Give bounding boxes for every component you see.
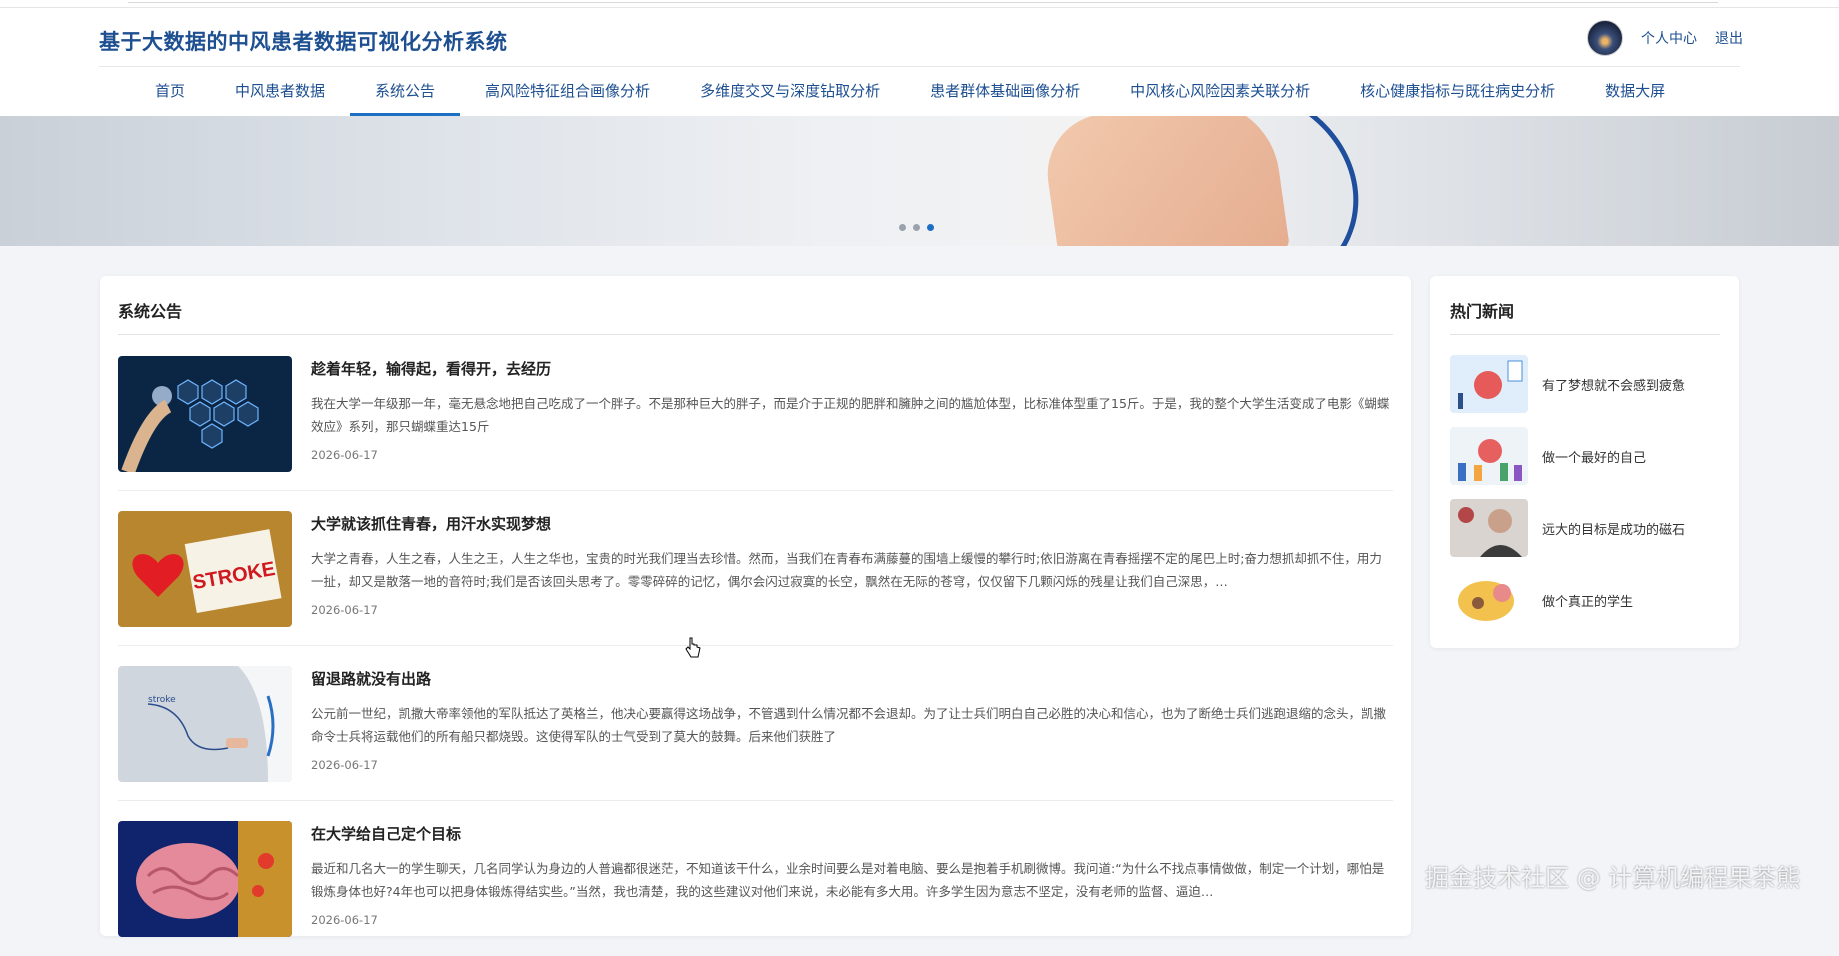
notice-title[interactable]: 大学就该抓住青春，用汗水实现梦想 xyxy=(311,513,551,534)
notice-thumbnail[interactable]: stroke xyxy=(118,666,292,782)
app-title: 基于大数据的中风患者数据可视化分析系统 xyxy=(99,30,508,54)
carousel-dot[interactable] xyxy=(899,224,906,231)
notice-date: 2026-06-17 xyxy=(311,913,378,927)
notice-panel-title: 系统公告 xyxy=(118,302,183,321)
notice-thumbnail[interactable] xyxy=(118,821,292,937)
tab-patient-group-profile[interactable]: 患者群体基础画像分析 xyxy=(905,68,1105,116)
notice-summary: 公元前一世纪，凯撒大帝率领他的军队抵达了英格兰，他决心要赢得这场战争，不管遇到什… xyxy=(311,706,1387,744)
notice-summary: 我在大学一年级那一年，毫无悬念地把自己吃成了一个胖子。不是那种巨大的胖子，而是介… xyxy=(311,396,1390,434)
notice-panel: 系统公告 趁着年轻，输得起，看得开，去经历 我在大学一年级那一年，毫无悬念地把自… xyxy=(100,276,1411,937)
notice-summary: 最近和几名大一的学生聊天，几名同学认为身边的人普遍都很迷茫，不知道该干什么，业余… xyxy=(311,861,1385,899)
notice-date: 2026-06-17 xyxy=(311,448,378,462)
hot-news-thumbnail[interactable] xyxy=(1450,571,1528,629)
main-nav: 首页 中风患者数据 系统公告 高风险特征组合画像分析 多维度交叉与深度钻取分析 … xyxy=(130,68,1690,116)
tab-multidim-drilldown[interactable]: 多维度交叉与深度钻取分析 xyxy=(675,68,905,116)
user-area: 个人中心 退出 xyxy=(1587,20,1743,56)
header-divider xyxy=(99,66,1740,67)
notice-item[interactable]: 趁着年轻，输得起，看得开，去经历 我在大学一年级那一年，毫无悬念地把自己吃成了一… xyxy=(118,336,1393,491)
user-center-link[interactable]: 个人中心 xyxy=(1641,28,1697,48)
notice-title[interactable]: 在大学给自己定个目标 xyxy=(311,823,461,844)
mouse-cursor-icon xyxy=(684,637,702,663)
divider xyxy=(118,334,1393,335)
notice-thumbnail[interactable] xyxy=(118,356,292,472)
watermark: 掘金技术社区 @ 计算机编程果茶熊 xyxy=(1425,864,1801,892)
notice-date: 2026-06-17 xyxy=(311,603,378,617)
tab-risk-factor-association[interactable]: 中风核心风险因素关联分析 xyxy=(1105,68,1335,116)
notice-thumbnail[interactable]: STROKE xyxy=(118,511,292,627)
hot-news-item[interactable]: 做一个最好的自己 xyxy=(1450,426,1720,486)
tab-system-notice[interactable]: 系统公告 xyxy=(350,68,461,116)
hot-news-label[interactable]: 做一个最好的自己 xyxy=(1542,447,1646,466)
hot-news-thumbnail[interactable] xyxy=(1450,499,1528,557)
tab-high-risk-profile[interactable]: 高风险特征组合画像分析 xyxy=(460,68,675,116)
hot-news-panel: 热门新闻 有了梦想就不会感到疲惫 做一个最好的自己 远大的目标是成功的磁石 做个… xyxy=(1430,276,1739,648)
logout-link[interactable]: 退出 xyxy=(1715,28,1743,48)
notice-item[interactable]: STROKE 大学就该抓住青春，用汗水实现梦想 大学之青春，人生之春，人生之王，… xyxy=(118,491,1393,646)
hot-news-item[interactable]: 有了梦想就不会感到疲惫 xyxy=(1450,354,1720,414)
notice-item[interactable]: stroke 留退路就没有出路 公元前一世纪，凯撒大帝率领他的军队抵达了英格兰，… xyxy=(118,646,1393,801)
avatar[interactable] xyxy=(1587,20,1623,56)
hot-news-label[interactable]: 有了梦想就不会感到疲惫 xyxy=(1542,375,1685,394)
banner-carousel[interactable] xyxy=(0,116,1839,246)
svg-text:stroke: stroke xyxy=(148,695,176,705)
hot-news-title: 热门新闻 xyxy=(1450,302,1515,321)
notice-summary: 大学之青春，人生之春，人生之王，人生之华也，宝贵的时光我们理当去珍惜。然而，当我… xyxy=(311,551,1382,589)
tab-home[interactable]: 首页 xyxy=(130,68,210,116)
carousel-dots xyxy=(899,224,934,231)
hot-news-thumbnail[interactable] xyxy=(1450,427,1528,485)
notice-date: 2026-06-17 xyxy=(311,758,378,772)
divider xyxy=(1450,334,1720,335)
hot-news-label[interactable]: 远大的目标是成功的磁石 xyxy=(1542,519,1685,538)
top-strip xyxy=(0,0,1839,8)
notice-title[interactable]: 留退路就没有出路 xyxy=(311,668,431,689)
tab-stroke-patient-data[interactable]: 中风患者数据 xyxy=(210,68,350,116)
hot-news-item[interactable]: 做个真正的学生 xyxy=(1450,570,1720,630)
carousel-dot[interactable] xyxy=(913,224,920,231)
notice-item[interactable]: 在大学给自己定个目标 最近和几名大一的学生聊天，几名同学认为身边的人普遍都很迷茫… xyxy=(118,801,1393,956)
header: 基于大数据的中风患者数据可视化分析系统 个人中心 退出 首页 中风患者数据 系统… xyxy=(0,8,1839,116)
tab-health-indicator-history[interactable]: 核心健康指标与既往病史分析 xyxy=(1335,68,1580,116)
hot-news-item[interactable]: 远大的目标是成功的磁石 xyxy=(1450,498,1720,558)
carousel-dot-active[interactable] xyxy=(927,224,934,231)
hot-news-label[interactable]: 做个真正的学生 xyxy=(1542,591,1633,610)
notice-title[interactable]: 趁着年轻，输得起，看得开，去经历 xyxy=(311,358,551,379)
hot-news-thumbnail[interactable] xyxy=(1450,355,1528,413)
banner-stethoscope-image xyxy=(1091,116,1389,246)
tab-data-screen[interactable]: 数据大屏 xyxy=(1580,68,1690,116)
